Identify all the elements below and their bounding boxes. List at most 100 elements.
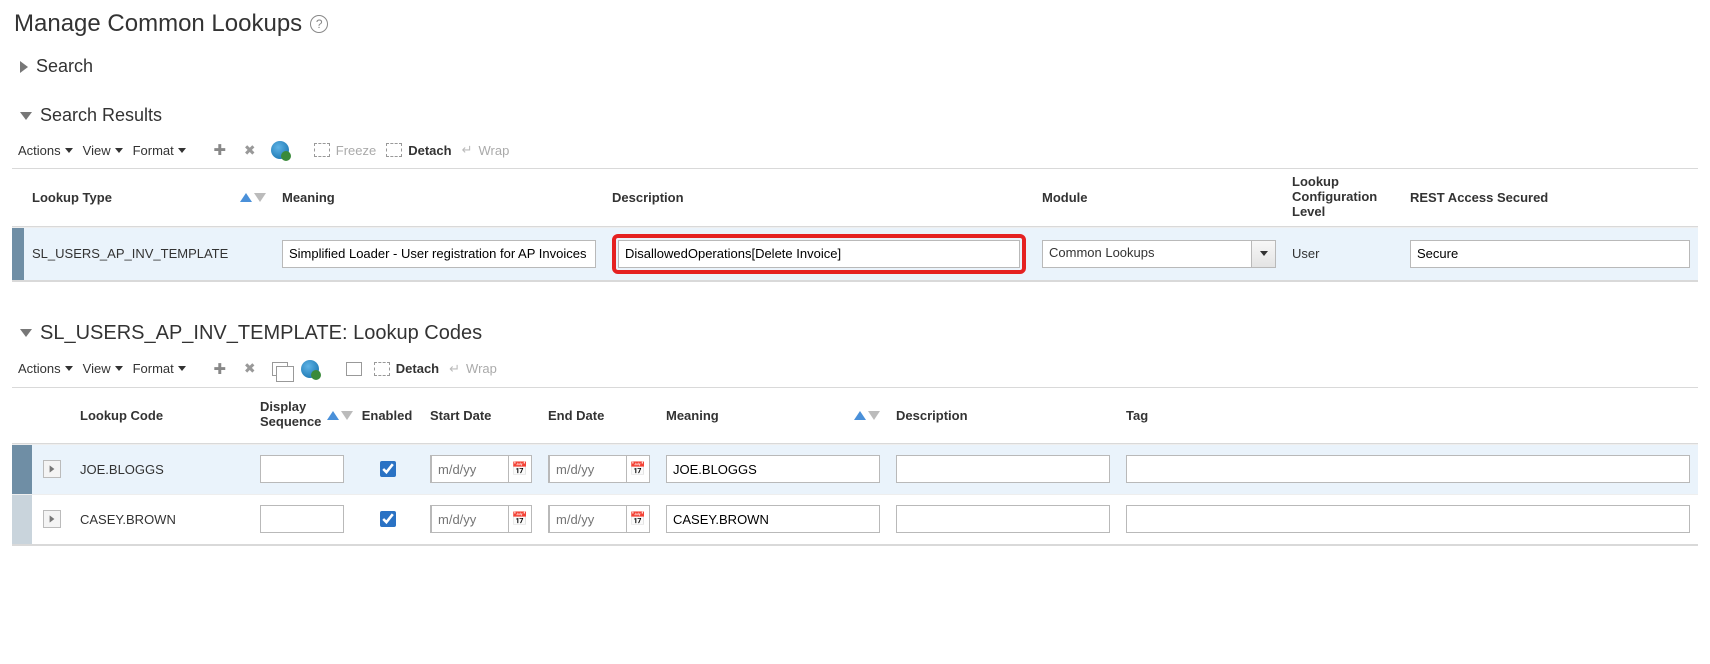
description-input[interactable]	[896, 505, 1110, 533]
start-date-field[interactable]: 📅	[430, 505, 532, 533]
caret-down-icon	[1260, 251, 1268, 256]
page-title-text: Manage Common Lookups	[14, 10, 302, 38]
detach-icon	[374, 362, 390, 376]
end-date-input[interactable]	[549, 505, 627, 533]
col-lookup-code[interactable]: Lookup Code	[72, 402, 252, 429]
edit-row-icon[interactable]	[344, 359, 364, 379]
detach-button[interactable]: Detach	[374, 361, 439, 376]
enabled-checkbox[interactable]	[380, 461, 396, 477]
sort-desc-icon[interactable]	[868, 411, 880, 420]
caret-down-icon	[65, 366, 73, 371]
format-menu[interactable]: Format	[133, 361, 186, 376]
results-toolbar: Actions View Format Freeze Detach ↵ Wrap	[12, 140, 1698, 168]
caret-down-icon	[115, 148, 123, 153]
end-date-input[interactable]	[549, 455, 627, 483]
delete-icon[interactable]	[240, 140, 260, 160]
chevron-down-icon	[20, 329, 32, 337]
sort-asc-icon[interactable]	[854, 411, 866, 420]
col-enabled[interactable]: Enabled	[352, 402, 422, 429]
caret-down-icon	[65, 148, 73, 153]
tag-input[interactable]	[1126, 455, 1690, 483]
expand-row-button[interactable]	[43, 460, 61, 478]
sort-asc-icon[interactable]	[327, 411, 339, 420]
col-module[interactable]: Module	[1034, 184, 1284, 211]
cell-lookup-code: CASEY.BROWN	[72, 495, 252, 544]
sort-asc-icon[interactable]	[240, 193, 252, 202]
wrap-button[interactable]: ↵ Wrap	[462, 142, 510, 158]
search-label: Search	[36, 56, 93, 77]
cell-lookup-code: JOE.BLOGGS	[72, 445, 252, 494]
results-label: Search Results	[40, 105, 162, 126]
col-description[interactable]: Description	[604, 184, 1034, 211]
calendar-icon[interactable]: 📅	[627, 506, 649, 532]
add-icon[interactable]	[210, 359, 230, 379]
enabled-checkbox[interactable]	[380, 511, 396, 527]
col-lookup-type[interactable]: Lookup Type	[24, 184, 274, 211]
caret-down-icon	[178, 366, 186, 371]
chevron-down-icon	[20, 112, 32, 120]
table-row[interactable]: SL_USERS_AP_INV_TEMPLATE Common Lookups …	[12, 227, 1698, 280]
rest-access-input[interactable]	[1410, 240, 1690, 268]
meaning-input[interactable]	[666, 455, 880, 483]
lookup-types-table: Lookup Type Meaning Description Module L…	[12, 168, 1698, 282]
globe-add-icon[interactable]	[300, 359, 320, 379]
results-section-toggle[interactable]: Search Results	[20, 105, 1698, 126]
detach-icon	[386, 143, 402, 157]
sort-desc-icon[interactable]	[254, 193, 266, 202]
lookup-codes-table: Lookup Code Display Sequence Enabled Sta…	[12, 387, 1698, 546]
actions-menu[interactable]: Actions	[18, 143, 73, 158]
end-date-field[interactable]: 📅	[548, 455, 650, 483]
display-sequence-input[interactable]	[260, 455, 344, 483]
globe-add-icon[interactable]	[270, 140, 290, 160]
col-rest-access[interactable]: REST Access Secured	[1402, 184, 1698, 211]
freeze-button[interactable]: Freeze	[314, 143, 376, 158]
description-input[interactable]	[618, 240, 1020, 268]
description-input[interactable]	[896, 455, 1110, 483]
display-sequence-input[interactable]	[260, 505, 344, 533]
table-row[interactable]: CASEY.BROWN 📅 📅	[12, 494, 1698, 544]
col-config-level[interactable]: Lookup Configuration Level	[1284, 169, 1402, 226]
end-date-field[interactable]: 📅	[548, 505, 650, 533]
help-icon[interactable]: ?	[310, 15, 328, 33]
col-display-sequence[interactable]: Display Sequence	[252, 394, 352, 436]
tag-input[interactable]	[1126, 505, 1690, 533]
page-title: Manage Common Lookups ?	[14, 10, 1698, 38]
delete-icon[interactable]	[240, 359, 260, 379]
caret-down-icon	[178, 148, 186, 153]
meaning-input[interactable]	[666, 505, 880, 533]
codes-toolbar: Actions View Format Detach ↵ Wrap	[12, 359, 1698, 387]
module-select[interactable]: Common Lookups	[1042, 240, 1276, 268]
chevron-right-icon	[50, 516, 55, 523]
add-icon[interactable]	[210, 140, 230, 160]
meaning-input[interactable]	[282, 240, 596, 268]
freeze-icon	[314, 143, 330, 157]
actions-menu[interactable]: Actions	[18, 361, 73, 376]
calendar-icon[interactable]: 📅	[627, 456, 649, 482]
chevron-right-icon	[20, 61, 28, 73]
wrap-button[interactable]: ↵ Wrap	[449, 361, 497, 377]
row-selector[interactable]	[12, 445, 32, 494]
col-description[interactable]: Description	[888, 402, 1118, 429]
col-tag[interactable]: Tag	[1118, 402, 1698, 429]
row-selector[interactable]	[12, 228, 24, 280]
format-menu[interactable]: Format	[133, 143, 186, 158]
view-menu[interactable]: View	[83, 143, 123, 158]
col-meaning[interactable]: Meaning	[658, 402, 888, 429]
row-selector[interactable]	[12, 495, 32, 544]
calendar-icon[interactable]: 📅	[509, 506, 531, 532]
start-date-input[interactable]	[431, 455, 509, 483]
cell-config-level: User	[1284, 228, 1402, 280]
lookup-codes-section-toggle[interactable]: SL_USERS_AP_INV_TEMPLATE: Lookup Codes	[20, 322, 1698, 345]
start-date-field[interactable]: 📅	[430, 455, 532, 483]
detach-button[interactable]: Detach	[386, 143, 451, 158]
duplicate-icon[interactable]	[270, 359, 290, 379]
col-start-date[interactable]: Start Date	[422, 402, 540, 429]
table-row[interactable]: JOE.BLOGGS 📅 📅	[12, 444, 1698, 494]
start-date-input[interactable]	[431, 505, 509, 533]
col-meaning[interactable]: Meaning	[274, 184, 604, 211]
expand-row-button[interactable]	[43, 510, 61, 528]
view-menu[interactable]: View	[83, 361, 123, 376]
calendar-icon[interactable]: 📅	[509, 456, 531, 482]
search-section-toggle[interactable]: Search	[20, 56, 1698, 77]
col-end-date[interactable]: End Date	[540, 402, 658, 429]
